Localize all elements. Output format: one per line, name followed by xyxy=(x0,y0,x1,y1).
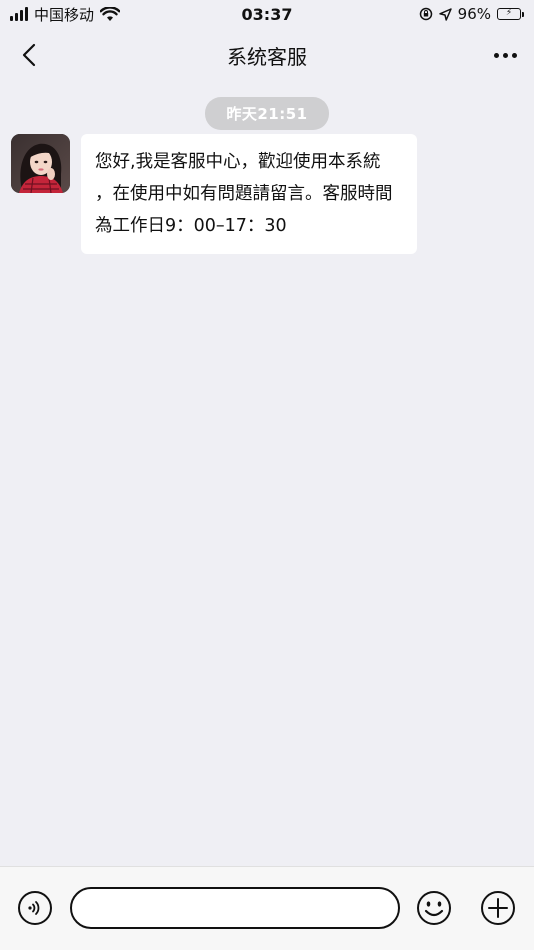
plus-button[interactable] xyxy=(480,890,516,926)
message-input[interactable] xyxy=(70,887,400,929)
message-row: 您好,我是客服中心，歡迎使用本系統 ，在使用中如有問題請留言。客服時間 為工作日… xyxy=(11,134,417,254)
message-bubble: 您好,我是客服中心，歡迎使用本系統 ，在使用中如有問題請留言。客服時間 為工作日… xyxy=(81,134,417,254)
more-button[interactable] xyxy=(490,45,520,65)
more-dots-icon xyxy=(493,52,517,58)
plus-icon xyxy=(481,891,515,925)
page-title: 系统客服 xyxy=(227,44,307,69)
input-bar xyxy=(0,866,534,950)
emoji-icon xyxy=(417,891,451,925)
avatar-photo xyxy=(11,134,70,193)
chevron-left-icon xyxy=(22,43,36,67)
voice-button[interactable] xyxy=(18,891,52,925)
nav-bar: 系统客服 xyxy=(0,28,534,82)
battery-charging-icon: ⚡ xyxy=(497,8,524,20)
chat-timestamp-wrap: 昨天21:51 xyxy=(0,97,534,130)
avatar[interactable] xyxy=(11,134,70,193)
chat-timestamp: 昨天21:51 xyxy=(205,97,329,130)
voice-icon xyxy=(28,901,40,915)
back-button[interactable] xyxy=(16,42,42,68)
status-time: 03:37 xyxy=(241,5,293,24)
emoji-button[interactable] xyxy=(416,890,452,926)
status-bar: 中国移动 03:37 96% ⚡ xyxy=(0,0,534,28)
